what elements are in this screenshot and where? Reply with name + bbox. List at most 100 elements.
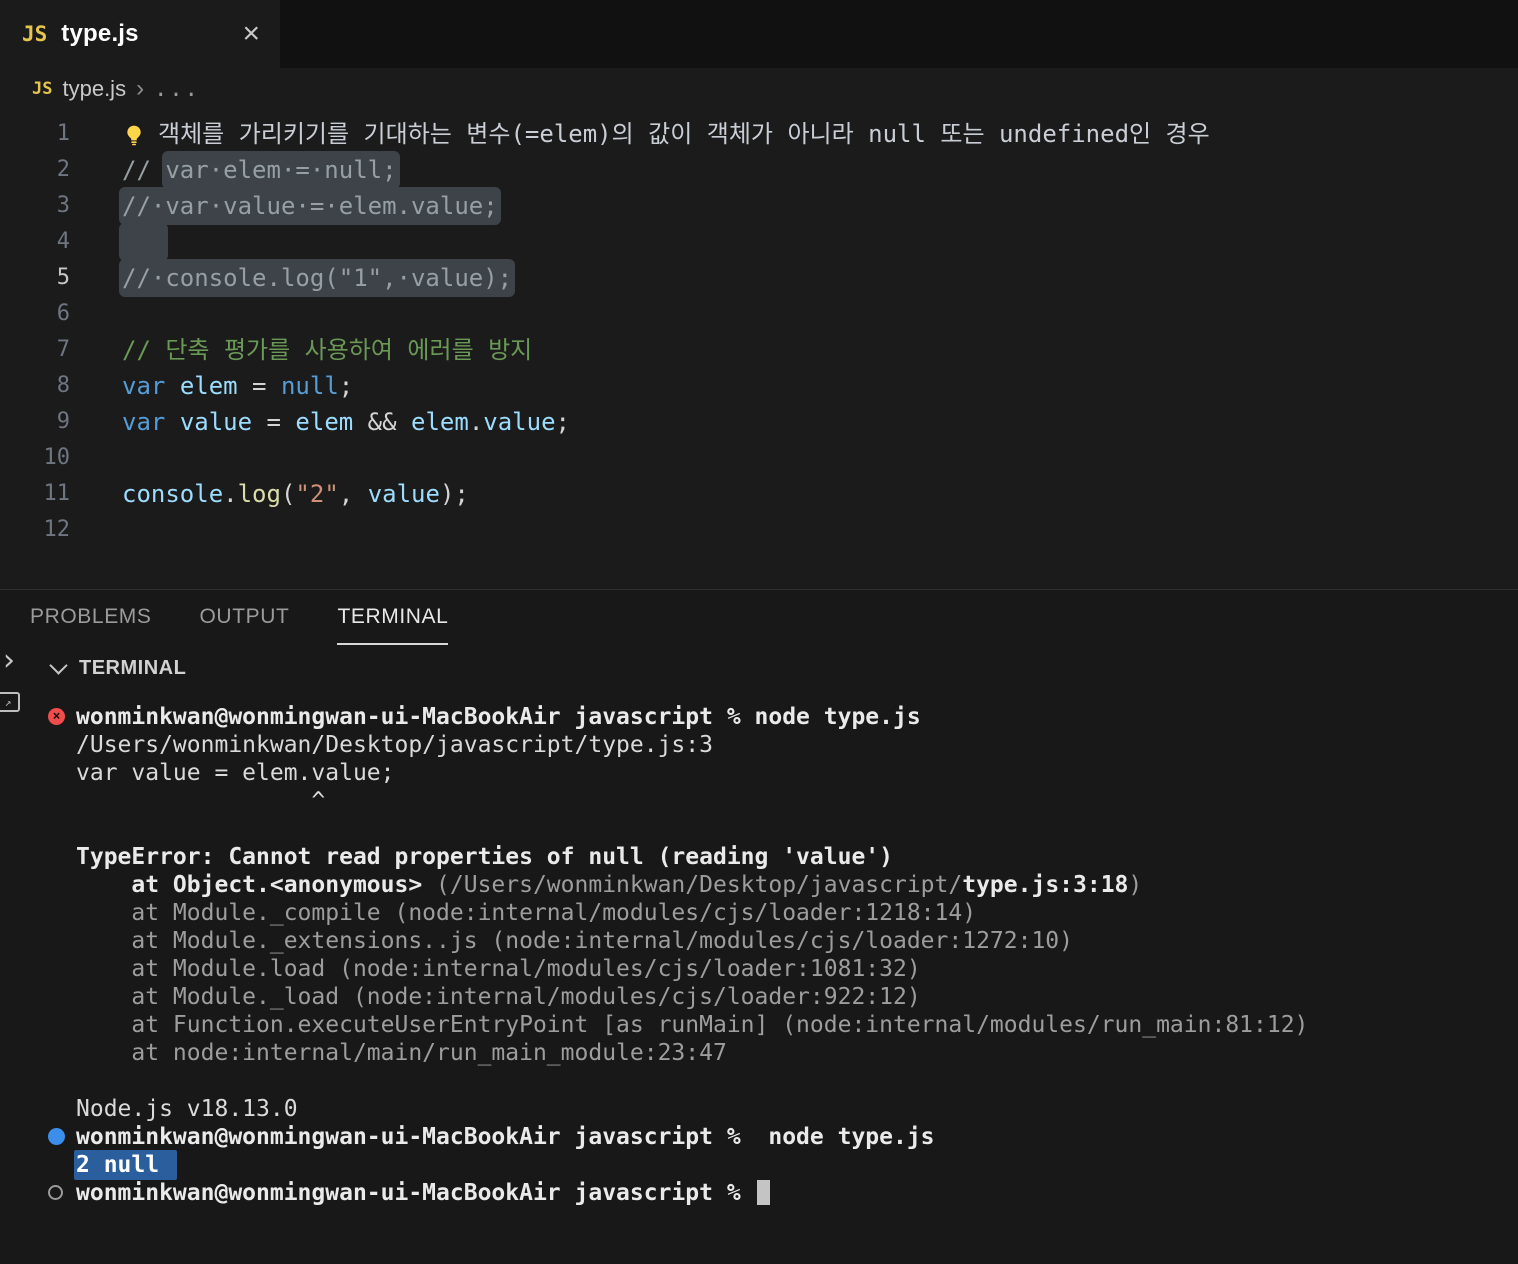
terminal-line[interactable]: ^ [0, 787, 1518, 815]
terminal-segment: Node.js v18.13.0 [76, 1096, 298, 1122]
code-editor[interactable]: 1 객체를 가리키기를 기대하는 변수(=elem)의 값이 객체가 아니라 nu… [0, 110, 1518, 589]
breadcrumb-symbol[interactable]: ... [154, 77, 200, 102]
code-token: ; [454, 480, 469, 508]
code-token: elem [295, 408, 354, 436]
code-content: //·console.log("1",·value); [70, 259, 1518, 297]
terminal-line[interactable]: wonminkwan@wonmingwan-ui-MacBookAir java… [0, 1123, 1518, 1151]
code-content: // var·elem·=·null; [70, 151, 1518, 189]
terminal-gutter [0, 983, 76, 1011]
panel-side-rail: › ↗ [0, 646, 20, 712]
terminal-gutter [0, 1179, 76, 1207]
terminal-line[interactable]: at Module.load (node:internal/modules/cj… [0, 955, 1518, 983]
line-number[interactable]: 2 [0, 152, 70, 188]
code-token: var [122, 408, 166, 436]
code-line-8[interactable]: 8 var elem = null; [0, 368, 1518, 404]
error-decoration-icon[interactable]: × [48, 708, 65, 725]
code-token: 객체를 가리키기를 기대하는 변수(=elem)의 값이 객체가 아니라 nul… [158, 120, 1210, 148]
terminal-gutter [0, 899, 76, 927]
terminal-segment: at Module._load (node:internal/modules/c… [76, 984, 921, 1010]
code-line-4[interactable]: 4 [0, 223, 1518, 261]
terminal-line[interactable]: var value = elem.value; [0, 759, 1518, 787]
move-panel-icon[interactable]: ↗ [0, 692, 20, 712]
tab-type-js[interactable]: JS type.js × [0, 0, 280, 68]
terminal-line[interactable]: TypeError: Cannot read properties of nul… [0, 843, 1518, 871]
breadcrumb: JS type.js › ... [0, 68, 1518, 110]
line-number[interactable]: 1 [0, 116, 70, 152]
success-decoration-icon[interactable] [48, 1128, 65, 1145]
line-number[interactable]: 8 [0, 368, 70, 404]
line-number[interactable]: 11 [0, 476, 71, 512]
terminal-line[interactable]: at node:internal/main/run_main_module:23… [0, 1039, 1518, 1067]
terminal-segment: at Module._extensions..js (node:internal… [76, 928, 1073, 954]
panel-tab-problems[interactable]: PROBLEMS [30, 590, 152, 645]
terminal-text: ^ [76, 787, 1518, 815]
idle-decoration-icon[interactable] [48, 1185, 63, 1200]
panel-tab-terminal[interactable]: TERMINAL [337, 590, 449, 645]
terminal-text: at Function.executeUserEntryPoint [as ru… [76, 1011, 1518, 1039]
terminal-text: at Module.load (node:internal/modules/cj… [76, 955, 1518, 983]
lightbulb-icon[interactable] [122, 120, 158, 148]
code-line-10[interactable]: 10 [0, 440, 1518, 476]
code-line-11[interactable]: 11 console.log("2", value); [0, 476, 1518, 512]
terminal-line[interactable]: at Object.<anonymous> (/Users/wonminkwan… [0, 871, 1518, 899]
terminal-text: Node.js v18.13.0 [76, 1095, 1518, 1123]
terminal-section-header: TERMINAL [0, 645, 1518, 691]
terminal-line[interactable]: /Users/wonminkwan/Desktop/javascript/typ… [0, 731, 1518, 759]
code-line-6[interactable]: 6 [0, 296, 1518, 332]
code-line-7[interactable]: 7 // 단축 평가를 사용하여 에러를 방지 [0, 332, 1518, 368]
line-number[interactable]: 7 [0, 332, 70, 368]
terminal-text: wonminkwan@wonmingwan-ui-MacBookAir java… [76, 1179, 1518, 1207]
code-token: ; [555, 408, 570, 436]
line-number[interactable]: 12 [0, 512, 71, 548]
line-number[interactable]: 9 [0, 404, 70, 440]
terminal-segment: at Module.load (node:internal/modules/cj… [76, 956, 921, 982]
line-number[interactable]: 6 [0, 296, 70, 332]
breadcrumb-file[interactable]: type.js [62, 76, 126, 102]
code-line-3[interactable]: 3 //·var·value·=·elem.value; [0, 187, 1518, 225]
terminal-line[interactable]: at Function.executeUserEntryPoint [as ru… [0, 1011, 1518, 1039]
terminal-line[interactable]: at Module._extensions..js (node:internal… [0, 927, 1518, 955]
chevron-right-icon[interactable]: › [0, 646, 15, 676]
terminal-line[interactable]: wonminkwan@wonmingwan-ui-MacBookAir java… [0, 1179, 1518, 1207]
terminal-line[interactable]: Node.js v18.13.0 [0, 1095, 1518, 1123]
code-token: ) [439, 480, 455, 508]
line-number[interactable]: 4 [0, 224, 70, 260]
terminal-gutter [0, 1123, 76, 1151]
terminal[interactable]: × wonminkwan@wonmingwan-ui-MacBookAir jav… [0, 691, 1518, 1264]
terminal-text: at Object.<anonymous> (/Users/wonminkwan… [76, 871, 1518, 899]
line-number[interactable]: 10 [0, 440, 71, 476]
code-token: . [468, 408, 484, 436]
line-number[interactable]: 5 [0, 260, 70, 296]
close-tab-icon[interactable]: × [242, 19, 260, 49]
code-line-2[interactable]: 2// var·elem·=·null; [0, 151, 1518, 189]
terminal-gutter [0, 955, 76, 983]
terminal-line[interactable]: at Module._compile (node:internal/module… [0, 899, 1518, 927]
code-content: var value = elem && elem.value; [70, 404, 1518, 440]
code-line-5[interactable]: 5 //·console.log("1",·value); [0, 259, 1518, 297]
code-content: // 단축 평가를 사용하여 에러를 방지 [70, 332, 1518, 368]
code-token: value [483, 408, 556, 436]
code-token: elem [411, 408, 469, 436]
terminal-text: wonminkwan@wonmingwan-ui-MacBookAir java… [76, 1123, 1518, 1151]
code-line-9[interactable]: 9 var value = elem && elem.value; [0, 404, 1518, 440]
code-content [70, 440, 1518, 476]
terminal-segment: ^ [76, 788, 326, 814]
code-line-12[interactable]: 12 [0, 512, 1518, 548]
editor-lines: 1 객체를 가리키기를 기대하는 변수(=elem)의 값이 객체가 아니라 nu… [0, 116, 1518, 548]
terminal-line[interactable] [0, 815, 1518, 843]
code-token: && [353, 408, 412, 436]
terminal-gutter [0, 871, 76, 899]
terminal-segment: wonminkwan@wonmingwan-ui-MacBookAir java… [76, 704, 921, 730]
terminal-gutter [0, 787, 76, 815]
code-token: = [252, 408, 296, 436]
terminal-line[interactable]: at Module._load (node:internal/modules/c… [0, 983, 1518, 1011]
terminal-line[interactable]: × wonminkwan@wonmingwan-ui-MacBookAir jav… [0, 703, 1518, 731]
terminal-line[interactable]: 2 null [0, 1150, 1518, 1180]
terminal-line[interactable] [0, 1067, 1518, 1095]
terminal-gutter [0, 759, 76, 787]
code-line-1[interactable]: 1 객체를 가리키기를 기대하는 변수(=elem)의 값이 객체가 아니라 nu… [0, 116, 1518, 152]
panel-tab-output[interactable]: OUTPUT [200, 590, 290, 645]
chevron-down-icon[interactable] [49, 655, 68, 675]
line-number[interactable]: 3 [0, 188, 70, 224]
